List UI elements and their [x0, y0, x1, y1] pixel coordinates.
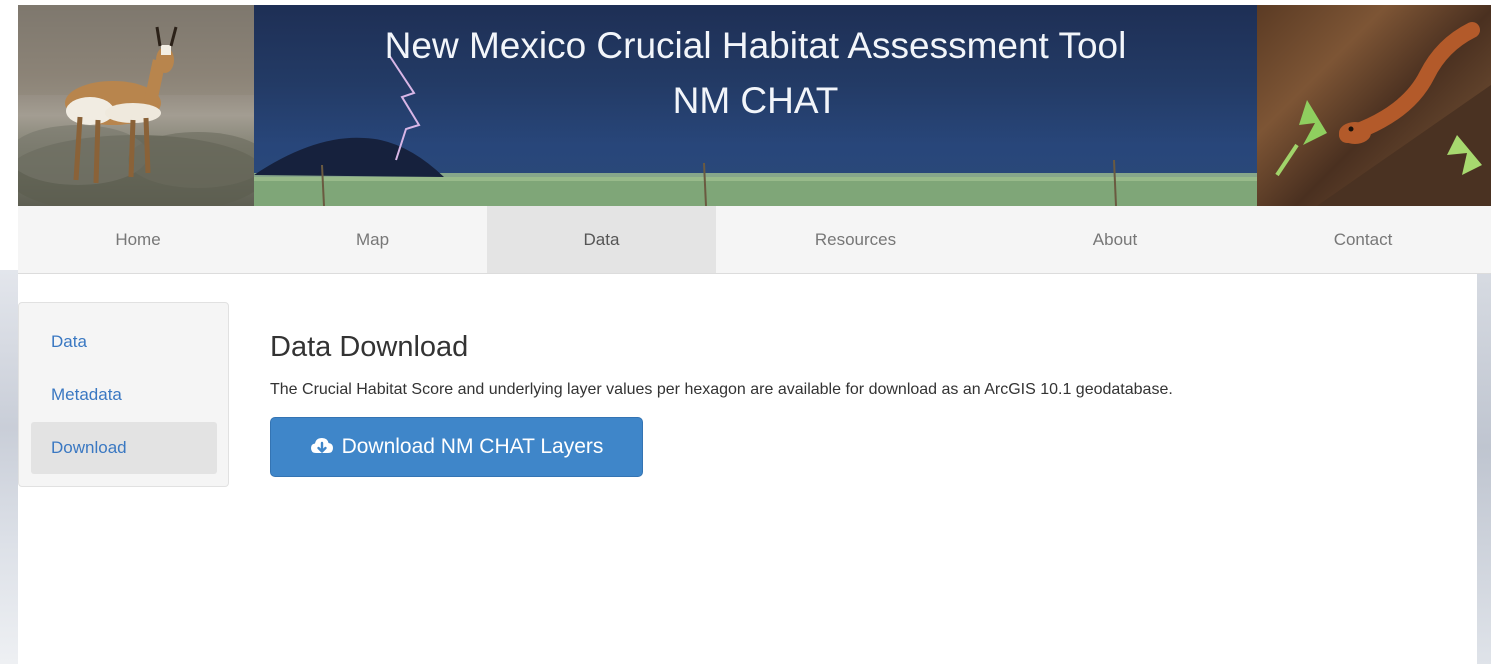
nav-item-home[interactable]: Home	[18, 206, 258, 273]
nav-item-map[interactable]: Map	[258, 206, 487, 273]
sidebar-item-download[interactable]: Download	[31, 422, 217, 474]
nav-item-contact[interactable]: Contact	[1235, 206, 1491, 273]
download-button-label: Download NM CHAT Layers	[341, 435, 604, 458]
nav-item-resources[interactable]: Resources	[716, 206, 995, 273]
site-title: New Mexico Crucial Habitat Assessment To…	[384, 25, 1127, 66]
sidebar-item-metadata[interactable]: Metadata	[31, 369, 217, 421]
page-description: The Crucial Habitat Score and underlying…	[270, 381, 1173, 398]
nav-item-data[interactable]: Data	[487, 206, 716, 273]
storm-landscape-photo: New Mexico Crucial Habitat Assessment To…	[254, 5, 1257, 206]
nav-item-about[interactable]: About	[995, 206, 1235, 273]
pronghorn-photo	[18, 5, 254, 206]
cloud-download-icon	[310, 436, 334, 458]
background-photo-left	[0, 270, 18, 664]
download-layers-button[interactable]: Download NM CHAT Layers	[270, 417, 643, 477]
main-nav: Home Map Data Resources About Contact	[18, 206, 1491, 274]
sidebar-item-data[interactable]: Data	[31, 316, 217, 368]
side-nav: Data Metadata Download	[18, 302, 229, 487]
site-subtitle: NM CHAT	[672, 80, 839, 121]
site-banner: New Mexico Crucial Habitat Assessment To…	[18, 5, 1491, 206]
page-title: Data Download	[270, 331, 469, 363]
salamander-photo	[1257, 5, 1491, 206]
background-photo-right	[1477, 270, 1491, 664]
